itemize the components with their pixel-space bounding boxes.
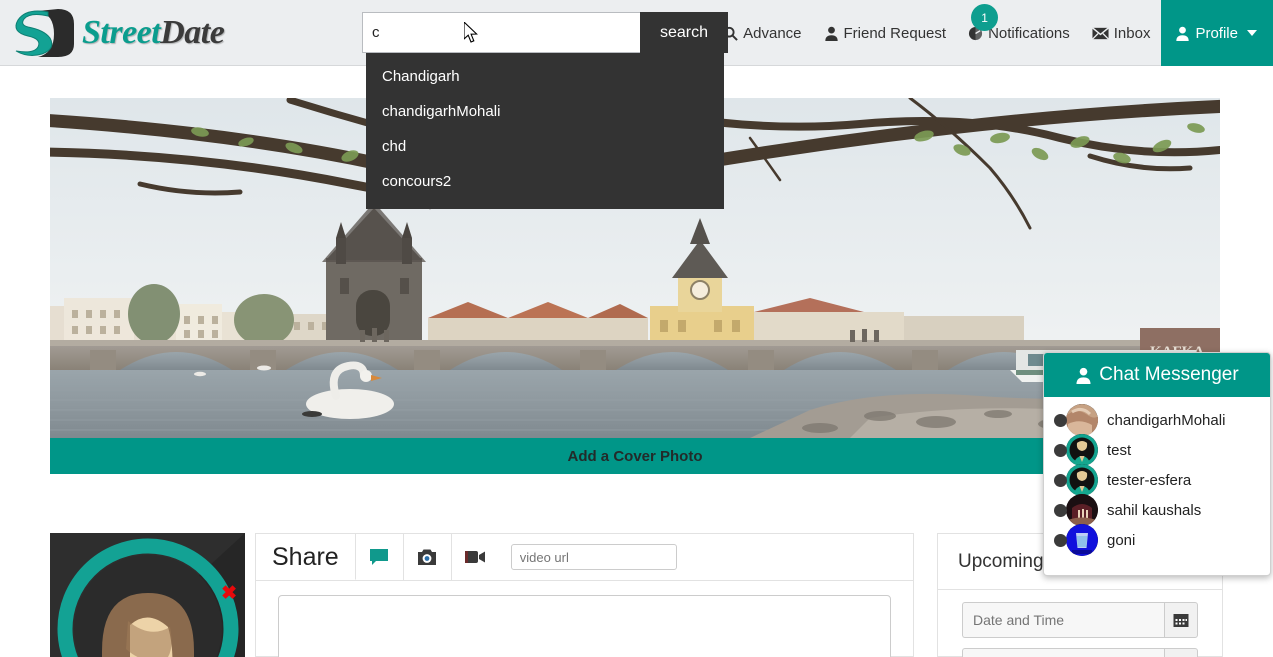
calendar-icon bbox=[1173, 614, 1189, 627]
status-dot-icon bbox=[1054, 533, 1067, 547]
edit-event-button[interactable] bbox=[1164, 648, 1198, 657]
remove-photo-icon[interactable]: ✖ bbox=[221, 584, 237, 603]
date-and-time-input[interactable] bbox=[962, 602, 1164, 638]
status-dot-icon bbox=[1054, 443, 1067, 457]
share-textarea[interactable] bbox=[278, 595, 891, 657]
status-dot-icon bbox=[1054, 503, 1067, 517]
teal-person-avatar-icon bbox=[1066, 434, 1098, 466]
nav-item-advance-label: Advance bbox=[743, 24, 802, 42]
user-icon bbox=[1175, 26, 1190, 41]
chevron-down-icon bbox=[1247, 30, 1257, 36]
avatar bbox=[1066, 464, 1098, 496]
avatar bbox=[1066, 434, 1098, 466]
chat-contact-name: chandigarhMohali bbox=[1107, 411, 1226, 429]
share-tab-video[interactable] bbox=[450, 534, 499, 580]
envelope-icon bbox=[1091, 26, 1109, 40]
nav-item-inbox-label: Inbox bbox=[1113, 24, 1151, 42]
share-tab-photo[interactable] bbox=[402, 534, 451, 580]
profile-avatar-card[interactable]: ✖ bbox=[50, 533, 245, 657]
search-suggestion-item[interactable]: chd bbox=[366, 129, 724, 164]
user-icon bbox=[1076, 367, 1091, 384]
brand-name-part2: Date bbox=[160, 14, 225, 51]
chat-messenger-panel: Chat Messenger chandigarhMohali test tes… bbox=[1043, 352, 1271, 576]
user-icon bbox=[824, 26, 839, 41]
video-url-input[interactable] bbox=[510, 544, 677, 570]
calendar-button[interactable] bbox=[1164, 602, 1198, 638]
chat-messenger-title: Chat Messenger bbox=[1099, 364, 1239, 385]
search-bar: search bbox=[362, 12, 728, 53]
avatar bbox=[1066, 404, 1098, 436]
hair-photo-avatar-icon bbox=[1066, 404, 1098, 436]
event-name-input[interactable] bbox=[962, 648, 1164, 657]
share-title: Share bbox=[272, 542, 339, 571]
dark-photo-avatar-icon bbox=[1066, 494, 1098, 526]
chat-contact-row[interactable]: tester-esfera bbox=[1044, 464, 1270, 496]
brand-logo[interactable]: StreetDate bbox=[8, 5, 225, 61]
nav-item-friend-request-label: Friend Request bbox=[843, 24, 947, 42]
share-body bbox=[256, 581, 913, 657]
nav-item-friend-request[interactable]: Friend Request bbox=[813, 0, 958, 66]
chat-contact-row[interactable]: goni bbox=[1044, 524, 1270, 556]
notifications-badge: 1 bbox=[971, 4, 999, 31]
avatar bbox=[1066, 494, 1098, 526]
search-button[interactable]: search bbox=[640, 12, 728, 53]
nav-item-inbox[interactable]: Inbox bbox=[1081, 0, 1162, 66]
comment-icon bbox=[370, 548, 389, 565]
status-dot-icon bbox=[1054, 413, 1067, 427]
search-input[interactable] bbox=[362, 12, 640, 53]
chat-contact-list: chandigarhMohali test tester-esfera sahi… bbox=[1044, 397, 1270, 556]
nav-item-profile[interactable]: Profile bbox=[1161, 0, 1273, 66]
nav-item-profile-label: Profile bbox=[1195, 24, 1238, 42]
chat-contact-row[interactable]: test bbox=[1044, 434, 1270, 466]
teal-person-avatar-icon bbox=[1066, 464, 1098, 496]
upcoming-events-form bbox=[938, 590, 1222, 657]
page-root: KAFKA bbox=[0, 0, 1273, 657]
nav-item-notifications-label: Notifications bbox=[988, 24, 1070, 42]
chat-contact-name: goni bbox=[1107, 531, 1136, 549]
video-camera-icon bbox=[465, 551, 486, 563]
search-suggestions-dropdown: Chandigarh chandigarhMohali chd concours… bbox=[366, 53, 724, 209]
chat-messenger-header[interactable]: Chat Messenger bbox=[1044, 353, 1270, 397]
female-avatar-icon bbox=[50, 533, 245, 657]
event-name-field-row bbox=[962, 648, 1198, 657]
sd-monogram-icon bbox=[8, 6, 80, 60]
search-suggestion-item[interactable]: chandigarhMohali bbox=[366, 94, 724, 129]
search-suggestion-item[interactable]: Chandigarh bbox=[366, 59, 724, 94]
chat-contact-name: tester-esfera bbox=[1107, 471, 1192, 489]
search-suggestion-item[interactable]: concours2 bbox=[366, 164, 724, 199]
chat-contact-row[interactable]: chandigarhMohali bbox=[1044, 404, 1270, 436]
chat-contact-row[interactable]: sahil kaushals bbox=[1044, 494, 1270, 526]
camera-icon bbox=[418, 549, 437, 565]
avatar bbox=[1066, 524, 1098, 556]
chat-contact-name: sahil kaushals bbox=[1107, 501, 1202, 519]
status-dot-icon bbox=[1054, 473, 1067, 487]
share-panel: Share bbox=[255, 533, 914, 657]
date-time-field-row bbox=[962, 602, 1198, 638]
header-nav: Advance Friend Request 1 Notifications I… bbox=[712, 0, 1273, 66]
share-toolbar: Share bbox=[256, 534, 913, 581]
chat-contact-name: test bbox=[1107, 441, 1132, 459]
brand-name-part1: Street bbox=[82, 14, 161, 51]
blue-glass-avatar-icon bbox=[1066, 524, 1098, 556]
share-tab-status[interactable] bbox=[354, 534, 403, 580]
nav-item-notifications[interactable]: 1 Notifications bbox=[957, 0, 1081, 66]
